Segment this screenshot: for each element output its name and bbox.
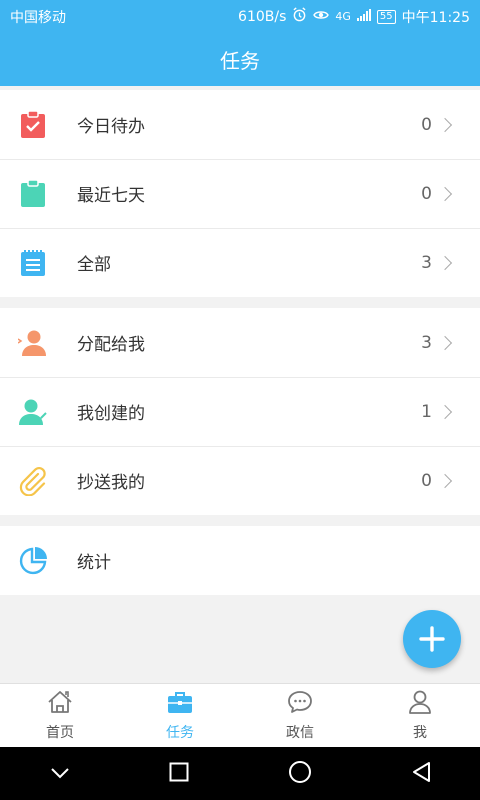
notepad-list-icon (18, 248, 48, 278)
chevron-right-icon (437, 473, 453, 488)
network-type: 4G (335, 10, 351, 23)
user-assigned-icon (18, 328, 48, 358)
eye-icon (313, 9, 330, 25)
tab-label: 首页 (46, 724, 74, 741)
list-item-cc-me[interactable]: 抄送我的 0 (0, 446, 480, 515)
list-item-label: 抄送我的 (77, 473, 145, 493)
list-item-count: 1 (421, 401, 432, 422)
tab-label: 任务 (166, 724, 194, 741)
list-item-count: 0 (421, 114, 432, 135)
tab-home[interactable]: 首页 (0, 684, 120, 747)
back-icon[interactable] (411, 761, 431, 787)
status-bar: 中国移动 610B/s 4G 55 中午11:25 (0, 0, 480, 33)
chevron-right-icon (437, 186, 453, 201)
chat-bubble-icon (287, 690, 313, 718)
chevron-right-icon (437, 404, 453, 419)
list-item-last-seven-days[interactable]: 最近七天 0 (0, 159, 480, 228)
network-speed: 610B/s (238, 8, 287, 25)
list-item-count: 0 (421, 183, 432, 204)
user-create-icon (18, 397, 48, 427)
home-circle-icon[interactable] (288, 760, 312, 788)
list-item-all[interactable]: 全部 3 (0, 228, 480, 297)
signal-icon (356, 8, 371, 25)
list-item-label: 分配给我 (77, 335, 145, 355)
pie-chart-icon (18, 546, 48, 576)
chevron-right-icon (437, 255, 453, 270)
list-item-label: 最近七天 (77, 186, 145, 206)
list-item-label: 统计 (77, 553, 111, 573)
add-task-button[interactable] (403, 610, 461, 668)
tab-zhengxin[interactable]: 政信 (240, 684, 360, 747)
chevron-right-icon (437, 335, 453, 350)
status-right: 610B/s 4G 55 中午11:25 (238, 7, 470, 27)
chevron-down-icon[interactable] (50, 764, 70, 783)
task-group-stats: 统计 (0, 526, 480, 595)
clipboard-icon (18, 179, 48, 209)
recent-apps-icon[interactable] (169, 762, 189, 786)
list-item-assigned-to-me[interactable]: 分配给我 3 (0, 308, 480, 377)
clipboard-check-icon (18, 110, 48, 140)
list-item-label: 全部 (77, 255, 111, 275)
chevron-right-icon (437, 117, 453, 132)
list-item-label: 我创建的 (77, 404, 145, 424)
list-item-label: 今日待办 (77, 117, 145, 137)
list-item-count: 3 (421, 252, 432, 273)
briefcase-icon (167, 690, 193, 718)
tab-label: 政信 (286, 724, 314, 741)
list-item-statistics[interactable]: 统计 (0, 526, 480, 595)
task-group-time: 今日待办 0 最近七天 0 全部 3 (0, 90, 480, 297)
tab-tasks[interactable]: 任务 (120, 684, 240, 747)
alarm-icon (292, 7, 307, 26)
task-group-people: 分配给我 3 我创建的 1 抄送我的 0 (0, 308, 480, 515)
page-title: 任务 (220, 49, 260, 73)
person-icon (407, 690, 433, 718)
title-bar: 任务 (0, 33, 480, 86)
plus-icon (419, 626, 445, 652)
tab-me[interactable]: 我 (360, 684, 480, 747)
tab-label: 我 (413, 724, 427, 741)
system-nav-bar (0, 747, 480, 800)
list-item-count: 3 (421, 332, 432, 353)
clock-time: 中午11:25 (401, 9, 470, 26)
list-item-count: 0 (421, 470, 432, 491)
carrier-name: 中国移动 (10, 9, 66, 26)
battery-level: 55 (376, 9, 396, 24)
bottom-tab-bar: 首页 任务 政信 我 (0, 683, 480, 747)
list-item-created-by-me[interactable]: 我创建的 1 (0, 377, 480, 446)
home-icon (47, 690, 73, 718)
list-item-today-todo[interactable]: 今日待办 0 (0, 90, 480, 159)
paperclip-icon (18, 466, 48, 496)
